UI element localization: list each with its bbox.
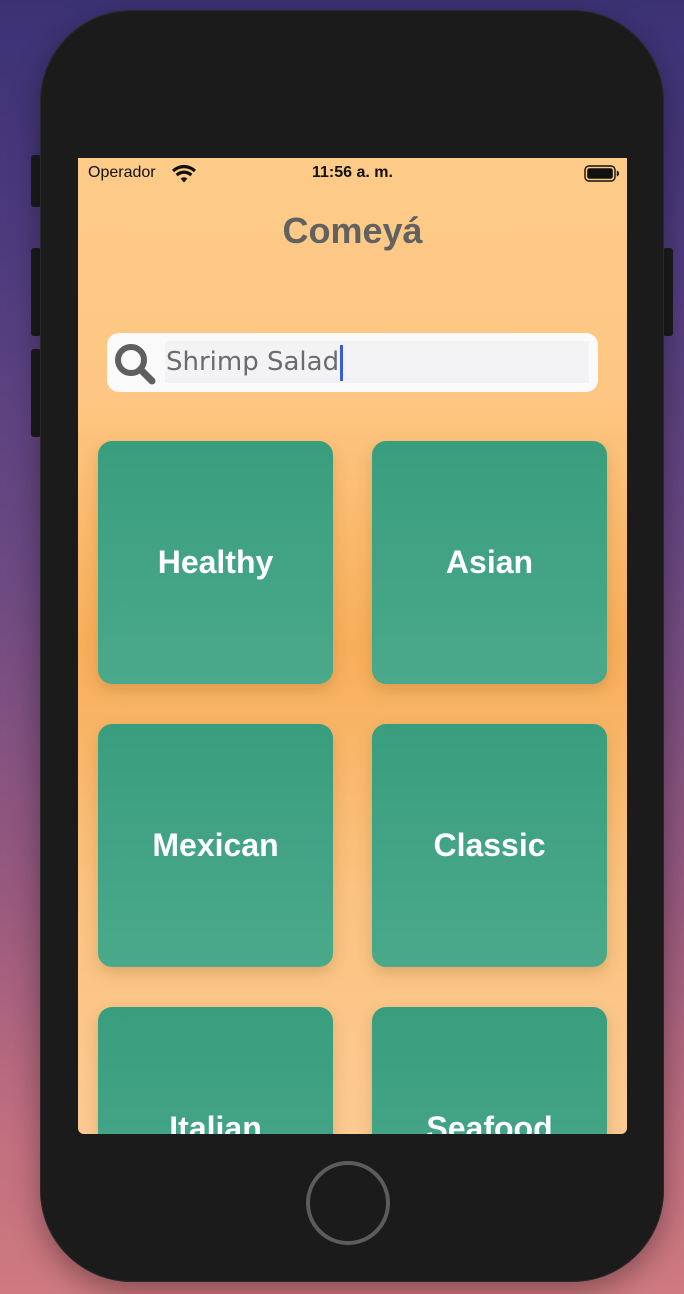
category-mexican-button[interactable]: Mexican: [98, 724, 333, 967]
category-italian-button[interactable]: Italian: [98, 1007, 333, 1134]
app-screen: Operador 11:56 a. m. Comeyá Shrimp Salad…: [78, 158, 627, 1134]
category-classic-button[interactable]: Classic: [372, 724, 607, 967]
home-button[interactable]: [306, 1161, 390, 1245]
category-label: Mexican: [152, 827, 279, 863]
category-label: Italian: [169, 1110, 262, 1134]
category-label: Seafood: [426, 1110, 553, 1134]
category-label: Classic: [433, 827, 546, 863]
power-button[interactable]: [663, 248, 673, 336]
category-label: Asian: [445, 544, 534, 580]
category-asian-button[interactable]: Asian: [372, 441, 607, 684]
category-healthy-button[interactable]: Healthy: [98, 441, 333, 684]
category-grid: Healthy Asian Mexican Classic Italian Se…: [78, 158, 627, 1134]
category-seafood-button[interactable]: Seafood: [372, 1007, 607, 1134]
category-label: Healthy: [157, 544, 274, 580]
